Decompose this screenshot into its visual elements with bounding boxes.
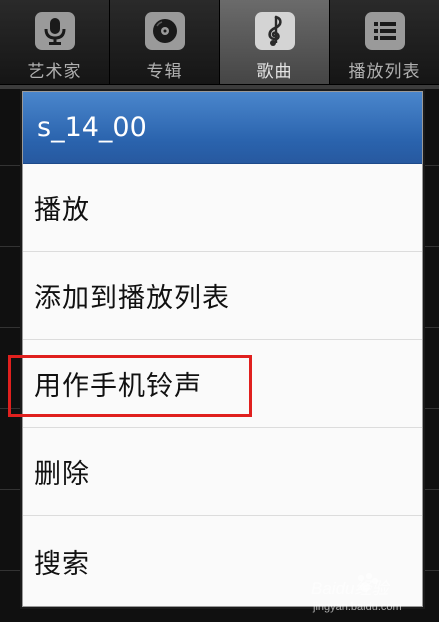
tab-label: 专辑	[146, 62, 183, 82]
baidu-logo-icon: Baidu经验 jingyan.baidu.com	[311, 573, 402, 613]
menu-item-label: 播放	[34, 195, 90, 226]
tab-songs[interactable]: 歌曲	[220, 0, 330, 84]
menu-item-add-to-playlist[interactable]: 添加到播放列表	[23, 252, 422, 340]
tab-albums[interactable]: 专辑	[110, 0, 220, 84]
tab-artists[interactable]: 艺术家	[0, 0, 110, 84]
disc-icon	[144, 12, 185, 50]
tab-playlists[interactable]: 播放列表	[330, 0, 439, 84]
watermark-text: Baidu经验	[311, 579, 390, 598]
menu-item-delete[interactable]: 删除	[23, 428, 422, 516]
tab-label: 艺术家	[27, 62, 82, 82]
menu-item-label: 用作手机铃声	[34, 371, 202, 402]
tab-label: 播放列表	[348, 62, 421, 82]
music-note-icon	[254, 12, 295, 50]
watermark-url: jingyan.baidu.com	[312, 601, 402, 613]
tab-bar: 艺术家 专辑 歌曲 播放列表	[0, 0, 439, 85]
playlist-icon	[364, 12, 405, 50]
menu-item-set-as-ringtone[interactable]: 用作手机铃声	[23, 340, 422, 428]
microphone-icon	[34, 12, 75, 50]
menu-item-label: 添加到播放列表	[34, 283, 230, 314]
dialog-header: s_14_00	[23, 92, 422, 164]
context-menu-dialog: s_14_00 播放 添加到播放列表 用作手机铃声 删除 搜索	[22, 91, 423, 607]
menu-item-play[interactable]: 播放	[23, 164, 422, 252]
baidu-watermark: Baidu经验 jingyan.baidu.com	[309, 570, 429, 614]
menu-item-label: 搜索	[34, 548, 90, 580]
menu-item-label: 删除	[34, 459, 90, 490]
dialog-title: s_14_00	[37, 112, 147, 143]
tab-label: 歌曲	[256, 62, 293, 82]
